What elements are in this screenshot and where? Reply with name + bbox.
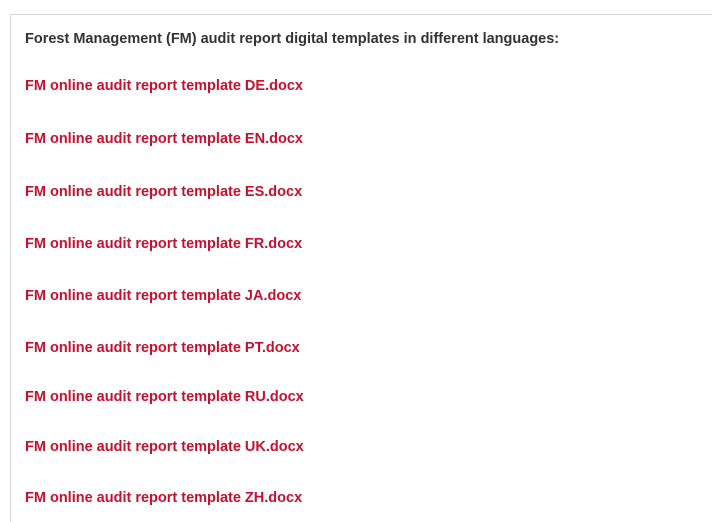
file-link-es[interactable]: FM online audit report template ES.docx xyxy=(25,183,302,201)
file-link-fr[interactable]: FM online audit report template FR.docx xyxy=(25,235,302,253)
file-link-uk[interactable]: FM online audit report template UK.docx xyxy=(25,438,304,456)
section-heading: Forest Management (FM) audit report digi… xyxy=(25,31,560,47)
file-link-ru[interactable]: FM online audit report template RU.docx xyxy=(25,388,304,406)
file-link-zh[interactable]: FM online audit report template ZH.docx xyxy=(25,489,302,507)
file-link-pt[interactable]: FM online audit report template PT.docx xyxy=(25,339,300,357)
file-link-ja[interactable]: FM online audit report template JA.docx xyxy=(25,287,301,305)
file-link-en[interactable]: FM online audit report template EN.docx xyxy=(25,130,303,148)
file-link-de[interactable]: FM online audit report template DE.docx xyxy=(25,77,303,95)
